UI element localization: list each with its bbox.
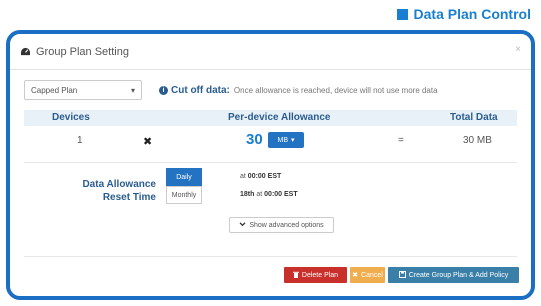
page-header-text: Data Plan Control: [413, 6, 531, 22]
equals-sign: =: [398, 135, 404, 146]
monthly-day: 18th: [240, 191, 255, 198]
reset-label-line2: Reset Time: [102, 192, 156, 203]
allowance-value: 30: [246, 131, 263, 148]
devices-value: 1: [77, 135, 83, 146]
daily-time: at 00:00 EST: [240, 173, 281, 180]
total-value: 30 MB: [463, 135, 492, 146]
page-header-label: Data Plan Control: [396, 6, 531, 22]
dialog-title: Group Plan Setting: [36, 45, 129, 58]
info-circle-icon: i: [159, 85, 168, 95]
dashboard-icon: [20, 43, 31, 61]
daily-time-value: 00:00 EST: [247, 173, 282, 180]
chevron-down-icon: ▾: [130, 85, 135, 95]
unit-label: MB: [277, 136, 288, 144]
cancel-label: Cancel: [361, 271, 383, 279]
delete-label: Delete Plan: [301, 271, 339, 279]
divider: [24, 162, 517, 163]
times-icon: ✖: [143, 136, 153, 148]
caret-down-icon: ▾: [290, 137, 295, 144]
footer-divider: [24, 256, 517, 257]
delete-plan-button[interactable]: Delete Plan: [284, 267, 347, 283]
unit-dropdown-button[interactable]: MB ▾: [268, 132, 304, 148]
daily-option[interactable]: Daily: [166, 168, 202, 186]
cutoff-description: Once allowance is reached, device will n…: [233, 85, 438, 95]
daily-at: at: [240, 173, 246, 180]
chevron-down-icon: [239, 221, 246, 229]
monthly-time-value: 00:00 EST: [264, 191, 298, 198]
x-icon: ✖: [352, 272, 359, 279]
allowance-table-header: Devices Per-device Allowance Total Data: [24, 110, 517, 126]
reset-time-section: Data Allowance Reset Time Daily Monthly …: [24, 167, 517, 211]
trash-icon: [292, 271, 299, 280]
show-advanced-options-button[interactable]: Show advanced options: [229, 217, 334, 233]
total-header: Total Data: [450, 112, 498, 123]
dialog-frame: Group Plan Setting × Capped Plan ▾ i Cut…: [6, 30, 535, 300]
create-plan-button[interactable]: Create Group Plan & Add Policy: [388, 267, 519, 283]
cutoff-info: i Cut off data: Once allowance is reache…: [159, 85, 438, 96]
reset-time-label: Data Allowance Reset Time: [24, 178, 156, 204]
plan-type-value: Capped Plan: [31, 85, 78, 95]
dialog-footer: Delete Plan ✖ Cancel Create Group Plan &…: [284, 267, 519, 283]
close-icon[interactable]: ×: [515, 44, 521, 55]
monthly-time: 18th at 00:00 EST: [240, 191, 298, 198]
reset-label-line1: Data Allowance: [82, 179, 156, 190]
reset-options: Daily Monthly: [166, 168, 202, 204]
monthly-at: at: [256, 191, 263, 198]
plan-type-select[interactable]: Capped Plan ▾: [24, 80, 142, 100]
dialog-header: Group Plan Setting ×: [10, 34, 531, 70]
cancel-button[interactable]: ✖ Cancel: [350, 267, 385, 283]
devices-header: Devices: [52, 112, 90, 123]
square-icon: [396, 8, 408, 20]
advanced-label: Show advanced options: [249, 221, 324, 229]
save-icon: [398, 270, 406, 280]
plan-row: Capped Plan ▾ i Cut off data: Once allow…: [24, 78, 517, 102]
monthly-option[interactable]: Monthly: [166, 186, 202, 204]
create-label: Create Group Plan & Add Policy: [408, 271, 509, 279]
cutoff-title: Cut off data:: [171, 84, 230, 96]
allowance-table-row: 1 ✖ 30 MB ▾ = 30 MB: [24, 126, 517, 156]
allowance-header: Per-device Allowance: [228, 112, 331, 123]
